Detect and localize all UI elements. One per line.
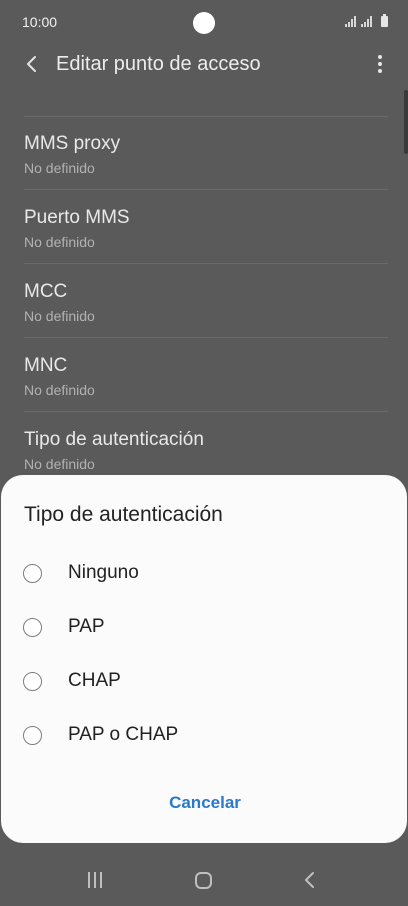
status-time: 10:00	[22, 14, 58, 30]
setting-name: MCC	[24, 281, 68, 302]
setting-name: Tipo de autenticación	[24, 429, 204, 450]
setting-mnc[interactable]: MNC No definido	[0, 338, 408, 412]
setting-name: MMS proxy	[24, 133, 121, 154]
option-label: Ninguno	[68, 562, 139, 583]
setting-name: Puerto MMS	[24, 207, 130, 228]
setting-value: No definido	[24, 160, 95, 176]
more-vert-icon	[378, 55, 382, 59]
option-ninguno[interactable]: Ninguno	[1, 554, 407, 600]
option-label: CHAP	[68, 670, 121, 691]
signal-icon	[345, 16, 356, 27]
signal-icon	[361, 16, 372, 27]
radio-button[interactable]	[23, 618, 42, 637]
setting-value: No definido	[24, 308, 95, 324]
setting-name: MNC	[24, 355, 68, 376]
more-options-button[interactable]	[370, 50, 390, 78]
settings-list: MMS proxy No definido Puerto MMS No defi…	[0, 116, 408, 486]
option-label: PAP	[68, 616, 105, 637]
option-pap-o-chap[interactable]: PAP o CHAP	[1, 716, 407, 762]
setting-mms-port[interactable]: Puerto MMS No definido	[0, 190, 408, 264]
setting-mms-proxy[interactable]: MMS proxy No definido	[0, 116, 408, 190]
status-icons	[345, 14, 388, 27]
home-icon[interactable]	[195, 872, 212, 889]
navigation-bar	[0, 850, 408, 906]
status-bar: 10:00	[0, 0, 408, 46]
back-button[interactable]	[18, 50, 46, 78]
radio-button[interactable]	[23, 672, 42, 691]
option-pap[interactable]: PAP	[1, 608, 407, 654]
setting-value: No definido	[24, 234, 95, 250]
chevron-left-icon	[27, 56, 36, 72]
setting-value: No definido	[24, 456, 95, 472]
option-label: PAP o CHAP	[68, 724, 179, 745]
front-camera	[193, 12, 215, 34]
app-bar: Editar punto de acceso	[0, 46, 408, 86]
radio-button[interactable]	[23, 726, 42, 745]
setting-mcc[interactable]: MCC No definido	[0, 264, 408, 338]
setting-value: No definido	[24, 382, 95, 398]
cancel-button[interactable]: Cancelar	[153, 785, 257, 821]
page-title: Editar punto de acceso	[56, 53, 261, 75]
back-icon[interactable]	[300, 870, 320, 890]
radio-button[interactable]	[23, 564, 42, 583]
dialog-title: Tipo de autenticación	[24, 503, 223, 526]
recents-icon[interactable]	[88, 872, 102, 888]
option-chap[interactable]: CHAP	[1, 662, 407, 708]
battery-icon	[381, 14, 388, 27]
auth-type-dialog: Tipo de autenticación Ninguno PAP CHAP P…	[1, 475, 407, 843]
